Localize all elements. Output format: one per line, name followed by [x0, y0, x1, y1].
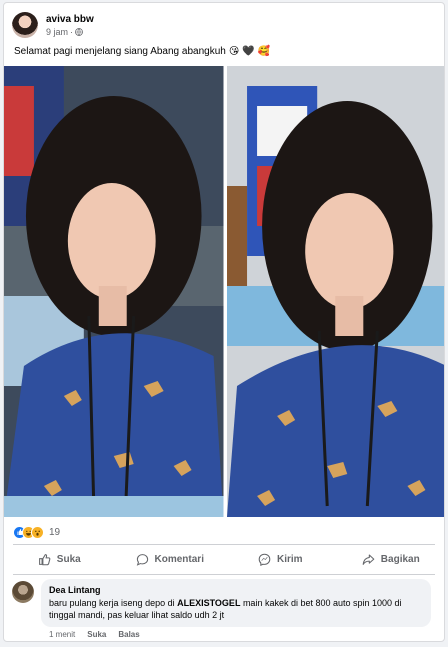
photo-2-image — [226, 66, 444, 517]
like-button[interactable]: Suka — [4, 546, 115, 572]
post-actions: Suka Komentari Kirim Bagikan — [4, 546, 445, 572]
photo-1-image — [4, 66, 224, 517]
author-name[interactable]: aviva bbw — [46, 13, 94, 26]
thumbs-up-icon — [38, 553, 51, 565]
send-button[interactable]: Kirim — [225, 546, 336, 572]
messenger-icon — [258, 553, 271, 566]
kiss-emoji: 😘 — [228, 46, 240, 57]
separator: · — [70, 26, 74, 37]
post-photo-2[interactable] — [226, 66, 444, 517]
comment-label: Komentari — [154, 553, 204, 565]
wow-icon — [31, 525, 44, 539]
post-header: aviva bbw 9 jam · — [12, 10, 94, 40]
photo-grid — [4, 66, 444, 517]
divider — [13, 574, 435, 575]
comment-time[interactable]: 1 menit — [49, 630, 75, 639]
comment-icon — [136, 553, 148, 566]
share-button[interactable]: Bagikan — [336, 546, 445, 572]
post-time-row: 9 jam · — [46, 26, 94, 38]
commenter-avatar[interactable] — [12, 581, 34, 603]
share-label: Bagikan — [380, 553, 420, 565]
send-label: Kirim — [276, 553, 303, 565]
like-label: Suka — [56, 553, 81, 565]
author-avatar[interactable] — [12, 12, 38, 38]
commenter-name[interactable]: Dea Lintang — [49, 584, 423, 596]
comment-text-start: baru pulang kerja iseng depo di — [49, 598, 178, 608]
post-caption: Selamat pagi menjelang siang Abang abang… — [14, 45, 270, 59]
comment-footer: 1 menit Suka Balas — [49, 630, 140, 639]
reaction-summary[interactable]: 19 — [13, 524, 60, 540]
divider — [13, 544, 435, 545]
globe-icon — [75, 27, 83, 36]
comment-text-bold: ALEXISTOGEL — [177, 598, 241, 608]
post-meta: aviva bbw 9 jam · — [46, 13, 94, 38]
comment-button[interactable]: Komentari — [115, 546, 226, 572]
comment-like-button[interactable]: Suka — [87, 630, 106, 639]
black-heart-emoji: 🖤 — [242, 46, 255, 57]
smiling-hearts-emoji: 🥰 — [257, 46, 271, 57]
post-time[interactable]: 9 jam — [46, 26, 68, 38]
comment-text: baru pulang kerja iseng depo di ALEXISTO… — [49, 597, 423, 621]
post-photo-1[interactable] — [4, 66, 224, 517]
facebook-post: aviva bbw 9 jam · Selamat pagi menjelang… — [3, 2, 445, 642]
reaction-count: 19 — [49, 526, 61, 538]
comment-bubble: Dea Lintang baru pulang kerja iseng depo… — [41, 579, 431, 627]
caption-text: Selamat pagi menjelang siang Abang abang… — [14, 46, 226, 57]
comment-reply-button[interactable]: Balas — [118, 630, 139, 639]
share-icon — [362, 554, 375, 565]
